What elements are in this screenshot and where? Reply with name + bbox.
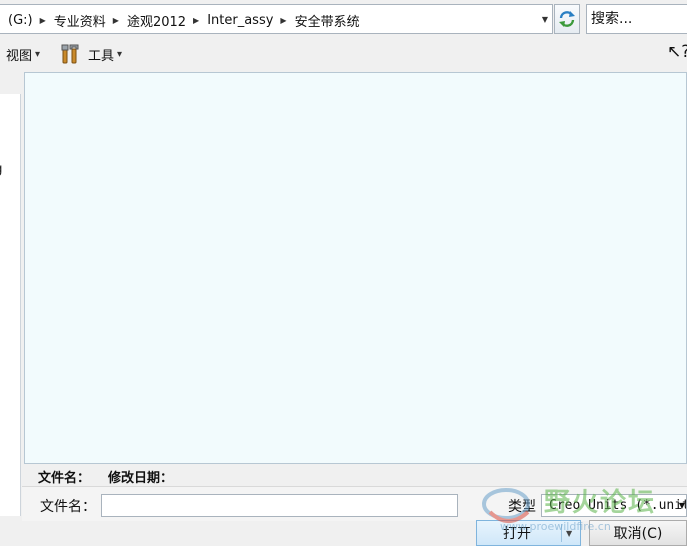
filename-label: 文件名： [40, 499, 96, 515]
view-menu-button[interactable]: 视图 ▾ [6, 42, 40, 66]
breadcrumb-separator-icon[interactable]: ▶ [108, 16, 125, 25]
column-header-filename[interactable]: 文件名： [38, 467, 90, 486]
chevron-down-icon[interactable]: ▼ [677, 494, 687, 517]
search-input[interactable]: 搜索... [586, 4, 687, 34]
address-history-dropdown-icon[interactable]: ▼ [536, 5, 554, 33]
open-button-label: 打开 [503, 526, 531, 542]
file-type-label: 类型 [508, 499, 536, 515]
split-divider [561, 524, 562, 542]
help-cursor-icon[interactable]: ↖? [667, 42, 687, 62]
file-list-area[interactable] [24, 72, 687, 464]
view-menu-label: 视图 [6, 48, 33, 64]
tools-icon [61, 44, 79, 64]
chevron-down-icon: ▾ [35, 48, 41, 60]
breadcrumb-folder[interactable]: 专业资料 [52, 11, 108, 30]
tools-menu-label: 工具 [88, 48, 115, 64]
navigation-item-label[interactable]: ng [0, 162, 3, 177]
breadcrumb-separator-icon[interactable]: ▶ [35, 16, 52, 25]
tools-menu-button[interactable]: 工具 ▾ [60, 42, 122, 66]
breadcrumb-current-folder[interactable]: 安全带系统 [293, 11, 362, 30]
refresh-icon [559, 11, 575, 27]
navigation-pane[interactable]: ng [0, 94, 21, 516]
refresh-button[interactable] [554, 4, 580, 34]
address-bar[interactable]: (G:) ▶ 专业资料 ▶ 途观2012 ▶ Inter_assy ▶ 安全带系… [0, 4, 553, 34]
chevron-down-icon[interactable]: ▼ [566, 529, 572, 538]
column-header-modified-date[interactable]: 修改日期： [108, 467, 173, 486]
breadcrumb-separator-icon[interactable]: ▶ [275, 16, 292, 25]
breadcrumb-folder[interactable]: Inter_assy [205, 13, 275, 28]
breadcrumb-folder[interactable]: 途观2012 [125, 11, 188, 30]
open-button[interactable]: 打开 ▼ [476, 520, 581, 546]
cancel-button[interactable]: 取消(C) [589, 520, 687, 546]
file-list-column-headers: 文件名： 修改日期： [38, 467, 173, 486]
chevron-down-icon: ▾ [117, 48, 123, 60]
breadcrumb-drive[interactable]: (G:) [6, 13, 35, 28]
file-type-select[interactable]: Creo Units (*.unit) [541, 494, 687, 517]
filename-input[interactable] [101, 494, 458, 517]
breadcrumb-separator-icon[interactable]: ▶ [188, 16, 205, 25]
